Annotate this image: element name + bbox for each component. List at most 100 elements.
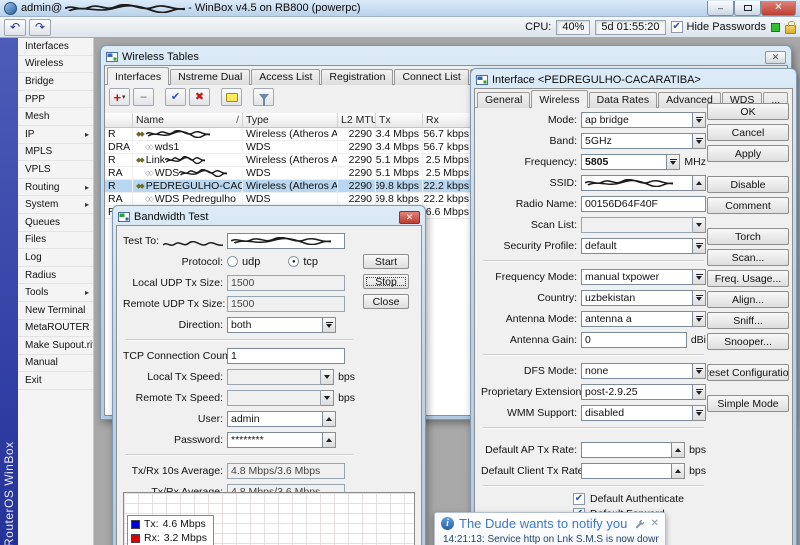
remote-tx-speed-drop-arrow[interactable]	[321, 390, 334, 406]
default-authenticate-box[interactable]: ✔	[573, 493, 585, 505]
ssid-input[interactable]	[581, 175, 693, 191]
cancel-button[interactable]: Cancel	[707, 124, 789, 141]
tcp-connection-count-input[interactable]: 1	[227, 348, 345, 364]
undo-button[interactable]: ↶	[4, 19, 26, 36]
stop-button[interactable]: Stop	[363, 274, 409, 289]
direction-select[interactable]: both	[227, 317, 323, 333]
sidebar-item-wireless[interactable]: Wireless	[18, 56, 93, 74]
wrench-icon[interactable]	[635, 519, 645, 529]
remove-button[interactable]: −	[133, 88, 154, 106]
torch-button[interactable]: Torch	[707, 228, 789, 245]
sidebar-item-metarouter[interactable]: MetaROUTER	[18, 320, 93, 338]
maximize-button[interactable]	[734, 1, 761, 16]
reset-configuration-button[interactable]: Reset Configuration	[707, 364, 789, 381]
dfs-mode-combo-arrow[interactable]	[693, 363, 706, 379]
sidebar-item-mpls[interactable]: MPLS	[18, 144, 93, 162]
tab-wireless[interactable]: Wireless	[531, 90, 587, 108]
dfs-mode-select[interactable]: none	[581, 363, 693, 379]
comment-button[interactable]: Comment	[707, 197, 789, 214]
default-ap-tx-rate-up-arrow[interactable]	[672, 442, 685, 458]
add-button[interactable]: +▾	[109, 88, 130, 106]
hide-passwords-checkbox[interactable]: ✔ Hide Passwords	[671, 21, 766, 33]
column-tx[interactable]: Tx	[376, 113, 423, 127]
mode-combo-arrow[interactable]	[693, 112, 706, 128]
password-input[interactable]: ********	[227, 432, 323, 448]
wmm-support-select[interactable]: disabled	[581, 405, 693, 421]
proprietary-extensions-combo-arrow[interactable]	[693, 384, 706, 400]
frequency-mode-select[interactable]: manual txpower	[581, 269, 693, 285]
interface-window-titlebar[interactable]: Interface <PEDREGULHO-CACARATIBA>	[474, 72, 793, 88]
redo-button[interactable]: ↷	[29, 19, 51, 36]
sidebar-item-tools[interactable]: Tools▸	[18, 284, 93, 302]
user-up-arrow[interactable]	[323, 411, 336, 427]
default-client-tx-rate-input[interactable]	[581, 463, 672, 479]
ssid-up-arrow[interactable]	[693, 175, 706, 191]
remote-udp-tx-size-input[interactable]: 1500	[227, 296, 345, 312]
tab-access-list[interactable]: Access List	[251, 69, 320, 85]
column-type[interactable]: Type	[243, 113, 338, 127]
bandwidth-test-titlebar[interactable]: Bandwidth Test ✕	[116, 209, 422, 225]
country-select[interactable]: uzbekistan	[581, 290, 693, 306]
password-up-arrow[interactable]	[323, 432, 336, 448]
column-l2mtu[interactable]: L2 MTU	[338, 113, 376, 127]
antenna-mode-select[interactable]: antenna a	[581, 311, 693, 327]
direction-combo-arrow[interactable]	[323, 317, 336, 333]
frequency-mode-combo-arrow[interactable]	[693, 269, 706, 285]
sidebar-item-system[interactable]: System▸	[18, 196, 93, 214]
user-input[interactable]: admin	[227, 411, 323, 427]
local-udp-tx-size-input[interactable]: 1500	[227, 275, 345, 291]
band-combo-arrow[interactable]	[693, 133, 706, 149]
column-rx[interactable]: Rx	[423, 113, 473, 127]
security-profile-combo-arrow[interactable]	[693, 238, 706, 254]
local-tx-speed-drop-arrow[interactable]	[321, 369, 334, 385]
sidebar-item-mesh[interactable]: Mesh	[18, 108, 93, 126]
freq-usage-button[interactable]: Freq. Usage...	[707, 270, 789, 287]
tab-registration[interactable]: Registration	[321, 69, 393, 85]
sidebar-item-manual[interactable]: Manual	[18, 355, 93, 373]
protocol-tcp-radio[interactable]: ●	[288, 256, 299, 267]
frequency-combo-arrow[interactable]	[667, 154, 680, 170]
simple-mode-button[interactable]: Simple Mode	[707, 395, 789, 412]
tab-nstreme-dual[interactable]: Nstreme Dual	[170, 69, 250, 85]
sidebar-item-vpls[interactable]: VPLS	[18, 161, 93, 179]
wmm-support-combo-arrow[interactable]	[693, 405, 706, 421]
sidebar-item-make-supout[interactable]: Make Supout.rif	[18, 337, 93, 355]
snooper-button[interactable]: Snooper...	[707, 333, 789, 350]
comment-button[interactable]	[221, 88, 242, 106]
sniff-button[interactable]: Sniff...	[707, 312, 789, 329]
tab-connect-list[interactable]: Connect List	[394, 69, 468, 85]
antenna-mode-combo-arrow[interactable]	[693, 311, 706, 327]
antenna-gain-input[interactable]: 0	[581, 332, 687, 348]
frequency-input[interactable]: 5805	[581, 154, 667, 170]
sidebar-item-routing[interactable]: Routing▸	[18, 179, 93, 197]
tab-general[interactable]: General	[477, 92, 530, 108]
column-flags[interactable]	[105, 113, 133, 127]
tab-data-rates[interactable]: Data Rates	[589, 92, 658, 108]
scan-list-input[interactable]	[581, 217, 693, 233]
sidebar-item-new-terminal[interactable]: New Terminal	[18, 302, 93, 320]
disable-button[interactable]: Disable	[707, 176, 789, 193]
remote-tx-speed-input[interactable]	[227, 390, 321, 406]
sidebar-item-bridge[interactable]: Bridge	[18, 73, 93, 91]
test-to-input[interactable]	[227, 233, 345, 249]
country-combo-arrow[interactable]	[693, 290, 706, 306]
scan-list-drop-arrow[interactable]	[693, 217, 706, 233]
security-profile-select[interactable]: default	[581, 238, 693, 254]
disable-button[interactable]: ✖	[189, 88, 210, 106]
wireless-tables-close-button[interactable]: ✕	[765, 51, 786, 64]
minimize-button[interactable]: –	[707, 1, 734, 16]
radio-name-input[interactable]: 00156D64F40F	[581, 196, 706, 212]
apply-button[interactable]: Apply	[707, 145, 789, 162]
proprietary-extensions-select[interactable]: post-2.9.25	[581, 384, 693, 400]
close-button[interactable]: Close	[363, 294, 409, 309]
default-authenticate-checkbox[interactable]: ✔ Default Authenticate	[477, 491, 710, 506]
tab-interfaces[interactable]: Interfaces	[107, 67, 169, 85]
column-name[interactable]: Name/	[133, 113, 243, 127]
sidebar-item-queues[interactable]: Queues	[18, 214, 93, 232]
align-button[interactable]: Align...	[707, 291, 789, 308]
sidebar-item-ppp[interactable]: PPP	[18, 91, 93, 109]
default-ap-tx-rate-input[interactable]	[581, 442, 672, 458]
bandwidth-test-close-button[interactable]: ✕	[399, 211, 420, 224]
local-tx-speed-input[interactable]	[227, 369, 321, 385]
mode-select[interactable]: ap bridge	[581, 112, 693, 128]
